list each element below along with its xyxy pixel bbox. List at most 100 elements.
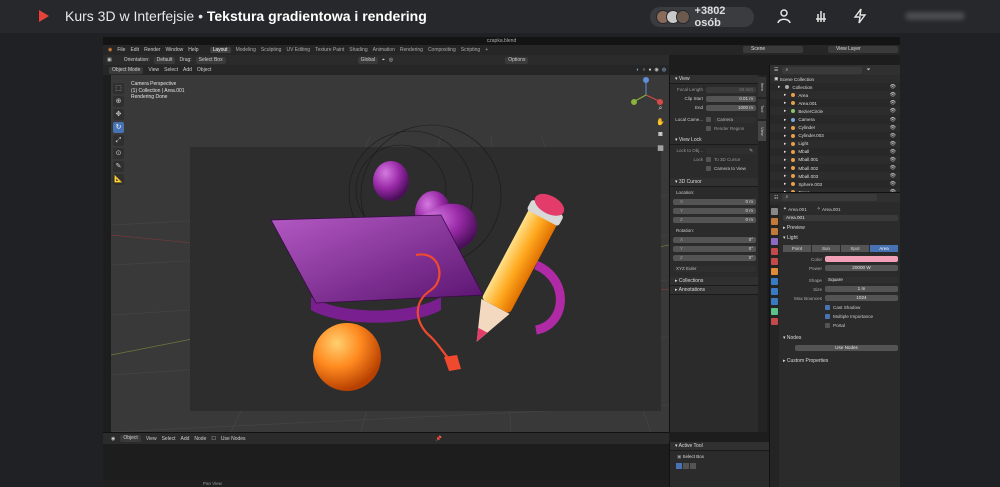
focal-length-field[interactable]: 50 mm bbox=[706, 86, 756, 93]
expand-arrow-icon[interactable]: ▸ bbox=[784, 141, 786, 147]
outliner-item[interactable]: ▸ Mball.001 👁 bbox=[770, 155, 900, 165]
tab-modeling[interactable]: Modeling bbox=[236, 47, 256, 53]
visibility-eye-icon[interactable]: 👁 bbox=[890, 108, 896, 114]
filter-icon[interactable]: ⏷ bbox=[866, 67, 870, 73]
transform-tool-icon[interactable]: ⊙ bbox=[113, 148, 124, 159]
camera-view-icon[interactable]: ◙ bbox=[656, 131, 665, 140]
tab-shading[interactable]: Shading bbox=[349, 47, 367, 53]
menu-render[interactable]: Render bbox=[144, 47, 160, 53]
move-tool-icon[interactable]: ✥ bbox=[113, 109, 124, 120]
particles-tab-icon[interactable] bbox=[771, 288, 778, 295]
cursor-location-z[interactable]: 0 m bbox=[673, 216, 756, 223]
cursor-tool-icon[interactable]: ⊕ bbox=[113, 96, 124, 107]
light-panel-header[interactable]: ▾ Light bbox=[783, 234, 898, 242]
lock-to-object-field[interactable]: ✎ bbox=[706, 147, 756, 154]
light-type-point[interactable]: Point bbox=[783, 244, 811, 252]
size-field[interactable]: 1 m bbox=[825, 285, 898, 293]
node-editor-icon[interactable]: ◉ bbox=[111, 436, 115, 442]
multiple-importance-checkbox[interactable] bbox=[825, 313, 830, 319]
tab-tool[interactable]: Tool bbox=[758, 99, 766, 119]
cursor-location-x[interactable]: 0 m bbox=[673, 198, 756, 205]
material-shading-icon[interactable]: ◉ bbox=[654, 67, 658, 73]
visibility-eye-icon[interactable]: 👁 bbox=[890, 181, 896, 187]
add-workspace-icon[interactable]: + bbox=[485, 47, 488, 53]
pin-icon[interactable]: 📌 bbox=[436, 436, 442, 442]
visibility-eye-icon[interactable]: 👁 bbox=[890, 117, 896, 123]
orientation-dropdown[interactable]: Default bbox=[153, 56, 176, 64]
annotations-header[interactable]: ▸ Annotations bbox=[670, 286, 759, 295]
cursor-rotation-y[interactable]: 0° bbox=[673, 245, 756, 252]
expand-arrow-icon[interactable]: ▸ bbox=[784, 173, 786, 179]
tab-sculpting[interactable]: Sculpting bbox=[261, 47, 282, 53]
shader-node-editor[interactable]: ◉ Object View Select Add Node ☐ Use Nodes… bbox=[103, 432, 669, 487]
outliner-item[interactable]: ▸ Area.001 👁 bbox=[770, 99, 900, 107]
rotation-mode-dropdown[interactable]: XYZ Euler bbox=[673, 265, 756, 272]
measure-tool-icon[interactable]: 📐 bbox=[113, 174, 124, 185]
scale-tool-icon[interactable]: ⤢ bbox=[113, 135, 124, 146]
tab-uv-editing[interactable]: UV Editing bbox=[286, 47, 310, 53]
user-icon[interactable] bbox=[776, 8, 792, 24]
3d-viewport[interactable]: Camera Perspective (1) Collection | Area… bbox=[111, 75, 669, 432]
outliner-item[interactable]: ▸ Cylinder.003 👁 bbox=[770, 132, 900, 140]
physics-tab-icon[interactable] bbox=[771, 298, 778, 305]
scene-tab-icon[interactable] bbox=[771, 248, 778, 255]
node-menu-select[interactable]: Select bbox=[162, 436, 176, 442]
expand-arrow-icon[interactable]: ▸ bbox=[784, 149, 786, 155]
visibility-eye-icon[interactable]: 👁 bbox=[890, 141, 896, 147]
lightning-icon[interactable] bbox=[852, 8, 868, 24]
cursor-rotation-z[interactable]: 0° bbox=[673, 254, 756, 261]
view-layer-selector[interactable]: View Layer bbox=[828, 46, 898, 53]
outliner-search[interactable]: ⌕ bbox=[782, 66, 863, 74]
modifier-tab-icon[interactable] bbox=[771, 278, 778, 285]
visibility-eye-icon[interactable]: 👁 bbox=[890, 100, 896, 106]
tab-compositing[interactable]: Compositing bbox=[428, 47, 456, 53]
light-color-swatch[interactable] bbox=[825, 255, 898, 263]
menu-file[interactable]: File bbox=[117, 47, 125, 53]
local-camera-field[interactable]: Camera bbox=[714, 116, 756, 123]
light-datablock-field[interactable]: Area.001 bbox=[783, 214, 898, 222]
view-lock-header[interactable]: ▾ View Lock bbox=[670, 136, 759, 145]
outliner-item[interactable]: ▸ Mball 👁 bbox=[770, 148, 900, 156]
visibility-eye-icon[interactable]: 👁 bbox=[890, 125, 896, 131]
outliner-editor-icon[interactable]: ☰ bbox=[774, 67, 778, 73]
menu-window[interactable]: Window bbox=[165, 47, 183, 53]
tab-item[interactable]: Item bbox=[758, 77, 766, 97]
preview-panel-header[interactable]: ▸ Preview bbox=[783, 224, 898, 232]
expand-arrow-icon[interactable]: ▸ bbox=[784, 133, 786, 139]
select-mode-subtract[interactable] bbox=[690, 462, 696, 469]
render-tab-icon[interactable] bbox=[771, 218, 778, 225]
render-region-checkbox[interactable] bbox=[706, 126, 711, 131]
use-nodes-button[interactable]: Use Nodes bbox=[795, 344, 898, 352]
tab-view[interactable]: View bbox=[758, 121, 766, 141]
tab-scripting[interactable]: Scripting bbox=[461, 47, 480, 53]
zoom-icon[interactable]: ⌕ bbox=[656, 105, 665, 114]
outliner-item[interactable]: ▸ Mball.002 👁 bbox=[770, 164, 900, 172]
select-mode-extend[interactable] bbox=[683, 462, 689, 469]
visibility-eye-icon[interactable]: 👁 bbox=[890, 92, 896, 98]
proportional-icon[interactable]: ◎ bbox=[389, 57, 393, 63]
3d-cursor-header[interactable]: ▾ 3D Cursor bbox=[670, 178, 759, 187]
visibility-eye-icon[interactable]: 👁 bbox=[890, 165, 896, 171]
outliner-item[interactable]: ▸ Sphere.003 👁 bbox=[770, 180, 900, 188]
hand-raise-icon[interactable] bbox=[813, 8, 829, 24]
expand-arrow-icon[interactable]: ▸ bbox=[778, 84, 780, 90]
view-panel-header[interactable]: ▾ View bbox=[670, 75, 759, 84]
visibility-eye-icon[interactable]: 👁 bbox=[890, 133, 896, 139]
active-tool-header[interactable]: ▾ Active Tool bbox=[670, 442, 769, 451]
properties-editor-icon[interactable]: ☷ bbox=[774, 195, 778, 201]
light-type-area[interactable]: Area bbox=[870, 244, 898, 252]
annotate-tool-icon[interactable]: ✎ bbox=[113, 161, 124, 172]
visibility-eye-icon[interactable]: 👁 bbox=[890, 149, 896, 155]
max-bounces-field[interactable]: 1024 bbox=[825, 294, 898, 302]
object-mode-dropdown[interactable]: Object Mode bbox=[109, 66, 144, 74]
custom-properties-header[interactable]: ▸ Custom Properties bbox=[783, 357, 898, 365]
camera-to-view-checkbox[interactable] bbox=[706, 166, 711, 171]
select-mode-icon[interactable]: ▣ bbox=[107, 57, 112, 63]
portal-checkbox[interactable] bbox=[825, 322, 830, 328]
overlay-icon[interactable]: ◐ bbox=[636, 67, 639, 73]
select-tool-icon[interactable]: ⬚ bbox=[113, 83, 124, 94]
nodes-panel-header[interactable]: ▾ Nodes bbox=[783, 334, 898, 342]
viewport-menu-view[interactable]: View bbox=[148, 67, 159, 73]
outliner-scene-collection[interactable]: ▣ Scene Collection bbox=[770, 75, 900, 84]
tab-rendering[interactable]: Rendering bbox=[400, 47, 423, 53]
